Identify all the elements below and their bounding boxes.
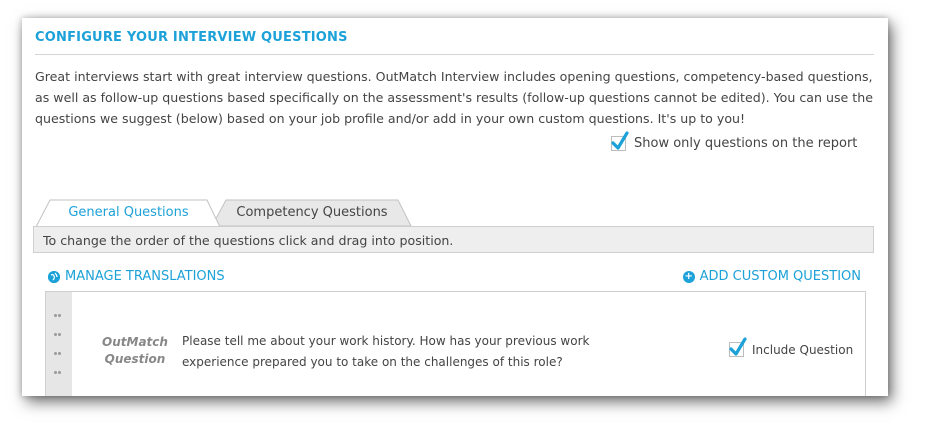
- add-custom-question-label: ADD CUSTOM QUESTION: [699, 269, 861, 284]
- intro-text: Great interviews start with great interv…: [35, 69, 873, 126]
- globe-icon: [48, 270, 60, 283]
- drag-handle[interactable]: [46, 292, 72, 396]
- add-custom-question-link[interactable]: + ADD CUSTOM QUESTION: [682, 269, 861, 284]
- drag-handle-icon: [54, 303, 64, 379]
- manage-translations-label: MANAGE TRANSLATIONS: [65, 269, 225, 284]
- reorder-hint: To change the order of the questions cli…: [33, 226, 874, 253]
- tab-general-questions[interactable]: General Questions: [36, 199, 221, 227]
- include-question-toggle[interactable]: Include Question: [729, 337, 854, 357]
- page-title: CONFIGURE YOUR INTERVIEW QUESTIONS: [35, 30, 348, 45]
- title-divider: [35, 54, 874, 55]
- tab-general-label: General Questions: [68, 204, 189, 220]
- include-question-checkbox[interactable]: [729, 337, 747, 357]
- show-report-only-toggle[interactable]: Show only questions on the report: [611, 131, 858, 151]
- checkmark-icon: [729, 337, 747, 356]
- include-question-label: Include Question: [752, 342, 854, 357]
- question-card: OutMatch Question Please tell me about y…: [45, 291, 866, 396]
- question-source-line2: Question: [104, 352, 166, 366]
- show-report-only-label: Show only questions on the report: [634, 136, 858, 151]
- manage-translations-link[interactable]: MANAGE TRANSLATIONS: [48, 269, 225, 284]
- question-source-line1: OutMatch: [102, 335, 168, 349]
- checkmark-icon: [611, 131, 629, 150]
- configure-questions-panel: CONFIGURE YOUR INTERVIEW QUESTIONS Great…: [22, 18, 888, 396]
- plus-circle-icon: +: [682, 270, 695, 283]
- question-source: OutMatch Question: [102, 334, 168, 368]
- tab-competency-questions[interactable]: Competency Questions: [212, 199, 412, 226]
- question-text: Please tell me about your work history. …: [182, 334, 590, 369]
- tab-competency-label: Competency Questions: [236, 204, 388, 220]
- show-report-only-checkbox[interactable]: [611, 131, 629, 151]
